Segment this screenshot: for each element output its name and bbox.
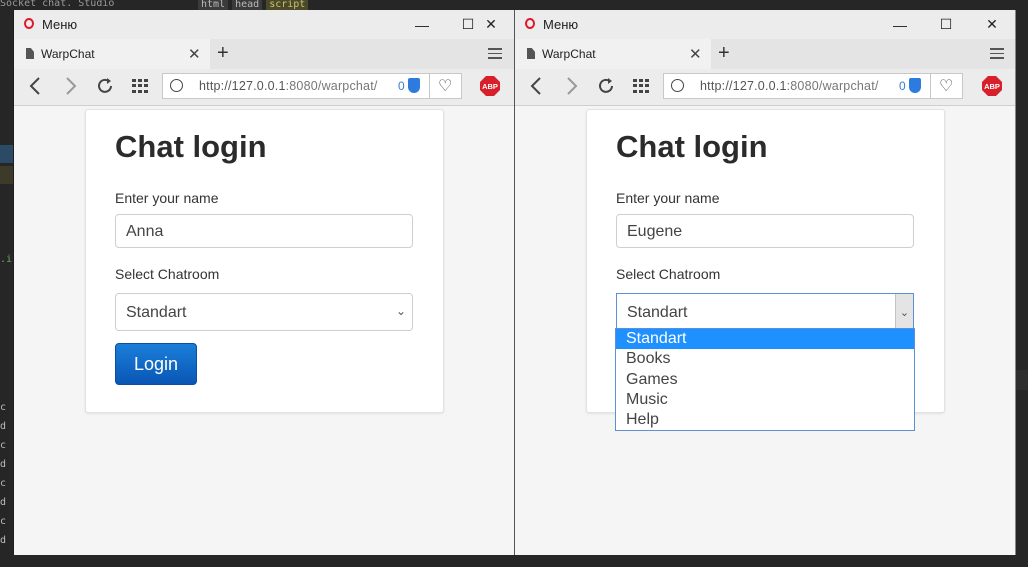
- heart-icon[interactable]: ♡: [438, 76, 452, 96]
- browser-window-left: Меню — ☐ ✕ WarpChat ✕ + http://127.0.0.1…: [13, 10, 514, 555]
- new-tab-icon[interactable]: +: [718, 42, 730, 65]
- forward-icon[interactable]: [60, 75, 82, 97]
- menu-label[interactable]: Меню: [543, 17, 578, 32]
- name-input[interactable]: Eugene: [616, 214, 914, 248]
- editor-tab-text: Socket chat. Studio: [0, 0, 115, 8]
- chatroom-selected-value: Standart: [126, 304, 187, 321]
- editor-side-letters: c d c d c d c d: [0, 398, 14, 550]
- dropdown-option[interactable]: Help: [616, 410, 914, 430]
- opera-logo-icon[interactable]: [24, 18, 34, 29]
- tab-close-icon[interactable]: ✕: [689, 45, 702, 63]
- tab-bar: WarpChat ✕ +: [14, 39, 514, 69]
- browser-window-right: Меню — ☐ ✕ WarpChat ✕ + http://127.0.0.1…: [514, 10, 1016, 555]
- title-bar[interactable]: Меню — ☐ ✕: [14, 10, 514, 39]
- shield-icon[interactable]: [408, 78, 420, 93]
- breadcrumb-html[interactable]: html: [198, 0, 229, 10]
- chevron-down-icon[interactable]: ⌄: [895, 294, 913, 330]
- address-bar[interactable]: http://127.0.0.1:8080/warpchat/ 0 ♡: [162, 73, 462, 99]
- tab-warpchat[interactable]: WarpChat ✕: [14, 39, 210, 69]
- page-title: Chat login: [115, 129, 267, 164]
- reload-icon[interactable]: [94, 75, 116, 97]
- abp-icon[interactable]: ABP: [982, 76, 1002, 96]
- dropdown-option[interactable]: Books: [616, 349, 914, 369]
- side-letter: c: [0, 478, 7, 489]
- abp-icon[interactable]: ABP: [480, 76, 500, 96]
- editor-highlight-line-2: [0, 166, 14, 184]
- side-letter: c: [0, 440, 7, 451]
- title-bar[interactable]: Меню — ☐ ✕: [515, 10, 1016, 39]
- back-icon[interactable]: [525, 75, 547, 97]
- reload-icon[interactable]: [595, 75, 617, 97]
- chatroom-label: Select Chatroom: [616, 266, 721, 282]
- forward-icon[interactable]: [561, 75, 583, 97]
- side-letter: d: [0, 459, 7, 470]
- heart-icon[interactable]: ♡: [939, 76, 953, 96]
- tab-menu-icon[interactable]: [488, 45, 502, 62]
- dropdown-option[interactable]: Games: [616, 370, 914, 390]
- shield-count: 0: [899, 79, 906, 93]
- editor-highlight-line: [0, 145, 14, 163]
- chatroom-selected-value: Standart: [627, 304, 688, 321]
- side-letter: d: [0, 535, 7, 546]
- address-toolbar: http://127.0.0.1:8080/warpchat/ 0 ♡ ABP: [515, 69, 1016, 106]
- speed-dial-icon[interactable]: [630, 75, 652, 97]
- address-bar[interactable]: http://127.0.0.1:8080/warpchat/ 0 ♡: [663, 73, 963, 99]
- speed-dial-icon[interactable]: [129, 75, 151, 97]
- side-letter: c: [0, 516, 7, 527]
- url-text: http://127.0.0.1:8080/warpchat/: [700, 79, 879, 93]
- globe-icon: [170, 79, 183, 92]
- breadcrumb-script[interactable]: script: [266, 0, 309, 10]
- side-letter: d: [0, 497, 7, 508]
- document-icon: [26, 48, 34, 59]
- opera-logo-icon[interactable]: [525, 18, 535, 29]
- chevron-down-icon: ⌄: [395, 304, 406, 318]
- dropdown-option[interactable]: Music: [616, 390, 914, 410]
- address-toolbar: http://127.0.0.1:8080/warpchat/ 0 ♡ ABP: [14, 69, 514, 106]
- name-label: Enter your name: [115, 190, 219, 206]
- close-icon[interactable]: ✕: [969, 10, 1015, 39]
- tab-title: WarpChat: [41, 47, 95, 61]
- tab-menu-icon[interactable]: [990, 45, 1004, 62]
- editor-right-edge: [1016, 370, 1028, 390]
- url-text: http://127.0.0.1:8080/warpchat/: [199, 79, 378, 93]
- minimize-icon[interactable]: —: [399, 10, 445, 39]
- maximize-icon[interactable]: ☐: [923, 10, 969, 39]
- shield-icon[interactable]: [909, 78, 921, 93]
- tab-bar: WarpChat ✕ +: [515, 39, 1016, 69]
- editor-breadcrumb: html head script: [198, 0, 309, 10]
- minimize-icon[interactable]: —: [877, 10, 923, 39]
- document-icon: [527, 48, 535, 59]
- dropdown-option[interactable]: Standart: [616, 329, 914, 350]
- chatroom-label: Select Chatroom: [115, 266, 220, 282]
- close-icon[interactable]: ✕: [469, 10, 513, 39]
- back-icon[interactable]: [24, 75, 46, 97]
- breadcrumb-head[interactable]: head: [232, 0, 263, 10]
- page-title: Chat login: [616, 129, 768, 164]
- name-input[interactable]: Anna: [115, 214, 413, 248]
- login-button[interactable]: Login: [115, 343, 197, 385]
- chatroom-select[interactable]: Standart ⌄: [616, 293, 914, 331]
- new-tab-icon[interactable]: +: [217, 42, 229, 65]
- side-letter: c: [0, 402, 7, 413]
- globe-icon: [671, 79, 684, 92]
- chatroom-dropdown-list: Standart Books Games Music Help: [615, 328, 915, 432]
- page-content: Chat login Enter your name Anna Select C…: [14, 106, 514, 555]
- name-label: Enter your name: [616, 190, 720, 206]
- login-card: Chat login Enter your name Anna Select C…: [85, 109, 444, 413]
- tab-warpchat[interactable]: WarpChat ✕: [515, 39, 711, 69]
- chatroom-select[interactable]: Standart ⌄: [115, 293, 413, 331]
- tab-close-icon[interactable]: ✕: [188, 45, 201, 63]
- shield-count: 0: [398, 79, 405, 93]
- menu-label[interactable]: Меню: [42, 17, 77, 32]
- side-letter: d: [0, 421, 7, 432]
- tab-title: WarpChat: [542, 47, 596, 61]
